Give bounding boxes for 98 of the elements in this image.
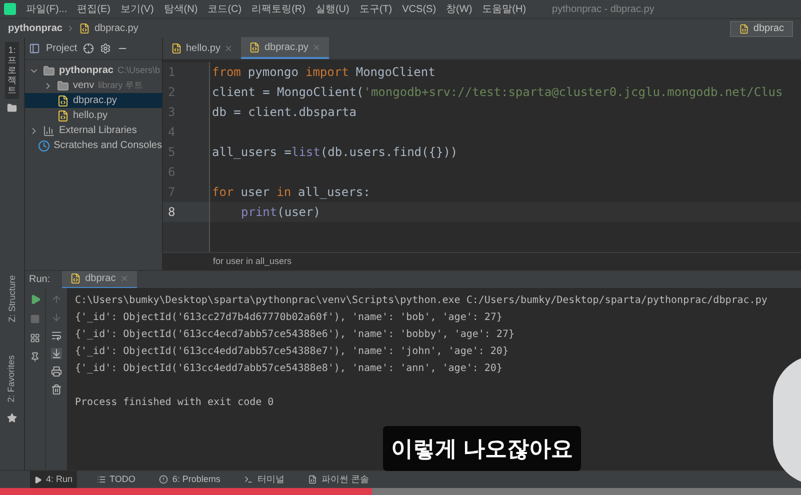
console-line: {'_id': ObjectId('613cc4edd7abb57ce54388e7'), 'name': 'john', 'age': 20} (75, 345, 510, 359)
breadcrumb-project[interactable]: pythonprac (8, 21, 62, 36)
code-text: (db.users.find({})) (320, 144, 458, 161)
scroll-to-end-icon[interactable] (51, 348, 62, 359)
structure-tool-tab[interactable]: Z: Structure (5, 274, 19, 322)
code-text: all_users = (212, 144, 292, 161)
close-icon[interactable] (224, 44, 234, 52)
tool-window-tab[interactable]: 4: Run (30, 470, 77, 488)
video-progress-track[interactable] (0, 488, 801, 495)
menu-item[interactable]: 편집(E) (77, 2, 110, 16)
tool-window-tab[interactable]: TODO (92, 470, 140, 488)
console-line: {'_id': ObjectId('613cc27d7b4d67770b02a60f'), 'name': 'bob', 'age': 27} (75, 311, 504, 325)
breadcrumb-file[interactable]: dbprac.py (94, 21, 138, 36)
tree-item[interactable]: hello.py (25, 108, 162, 123)
folder-icon (43, 64, 55, 76)
run-label: Run: (29, 273, 50, 287)
console-line: {'_id': ObjectId('613cc4edd7abb57ce54388e8'), 'name': 'ann', 'age': 20} (75, 362, 504, 376)
console-line: C:\Users\bumky\Desktop\sparta\pythonprac\venv\Scripts\python.exe C:/Users/bumky/Desktop/sparta/pythonprac/dbprac.py (75, 294, 768, 308)
code-string: 'mongodb+srv://test:sparta@cluster0.jcglu.mongodb.net/Clus (364, 84, 783, 101)
menu-item[interactable]: 도움말(H) (482, 2, 526, 16)
menu-item[interactable]: 보기(V) (120, 2, 154, 16)
code-text: all_users: (298, 184, 370, 201)
folder-icon (57, 80, 69, 92)
code-text: (user) (277, 204, 320, 221)
settings-icon[interactable] (100, 43, 112, 54)
tree-label: Scratches and Consoles (54, 139, 162, 153)
print-icon[interactable] (51, 366, 62, 377)
python-file-icon (249, 42, 260, 52)
layout-icon[interactable] (30, 333, 40, 343)
tool-window-tab[interactable]: 터미널 (240, 470, 288, 488)
menu-item[interactable]: 도구(T) (359, 2, 392, 16)
editor-tab[interactable]: dbprac.py (241, 37, 330, 59)
tool-window-tab[interactable]: 6: Problems (155, 470, 224, 488)
tree-note: library 루트 (98, 78, 144, 92)
code-keyword: from (212, 64, 241, 81)
code-text: MongoClient (356, 64, 436, 81)
code-keyword: in (276, 184, 292, 201)
wrap-icon[interactable] (51, 330, 62, 341)
list-icon (96, 475, 106, 484)
menu-item[interactable]: 리팩토링(R) (252, 2, 306, 16)
code-builtin: list (291, 144, 320, 161)
tree-item[interactable]: pythonprac C:\Users\b (25, 63, 162, 78)
editor-tab[interactable]: hello.py (163, 37, 242, 59)
tool-window-tab[interactable]: 파이썬 콘솔 (304, 470, 373, 488)
python-file-icon (70, 273, 82, 284)
tree-item[interactable]: Scratches and Consoles (25, 138, 162, 153)
run-config-button[interactable]: dbprac (730, 20, 793, 36)
python-file-icon (79, 23, 90, 34)
code-text: user (240, 184, 270, 201)
menu-item[interactable]: 코드(C) (208, 2, 242, 16)
star-icon (7, 413, 17, 424)
code-text: client = MongoClient( (212, 84, 364, 101)
project-tool-tab[interactable]: 1: 프로젝트 (5, 42, 19, 100)
library-icon (43, 124, 55, 136)
terminal-icon (244, 475, 254, 484)
python-file-icon (739, 24, 750, 34)
console-line: Process finished with exit code 0 (75, 396, 275, 410)
python-file-icon (171, 42, 182, 54)
menu-item[interactable]: VCS(S) (402, 2, 436, 16)
tree-item[interactable]: venv library 루트 (25, 78, 162, 93)
code-text: db = client.dbsparta (212, 104, 356, 121)
tree-label: hello.py (73, 109, 108, 123)
favorites-tool-tab[interactable]: 2: Favorites (5, 354, 19, 402)
python-file-icon (57, 94, 69, 106)
panel-icon (29, 43, 40, 54)
run-icon[interactable] (30, 294, 40, 305)
code-builtin: print (241, 204, 278, 221)
tree-label: pythonprac (59, 64, 114, 78)
window-title: pythonprac - dbprac.py (552, 2, 654, 16)
code-keyword: import (305, 64, 349, 81)
tree-label: venv (73, 79, 94, 93)
line-number: 8 (163, 202, 209, 222)
menu-item[interactable]: 파일(F)... (26, 2, 68, 16)
trash-icon[interactable] (51, 384, 62, 395)
scratch-icon (38, 140, 50, 152)
python-console-icon (308, 475, 318, 484)
problems-icon (159, 475, 168, 484)
console-line: {'_id': ObjectId('613cc4ecd7abb57ce54388e6'), 'name': 'bobby', 'age': 27} (75, 328, 516, 342)
tree-note: C:\Users\b (117, 64, 160, 77)
menu-item[interactable]: 탐색(N) (164, 2, 198, 16)
locate-icon[interactable] (83, 43, 94, 54)
tree-label: External Libraries (59, 124, 137, 138)
run-tab[interactable]: dbprac (62, 270, 137, 288)
folder-icon (7, 103, 17, 114)
pin-icon[interactable] (30, 352, 40, 362)
tree-item[interactable]: External Libraries (25, 123, 162, 138)
tree-item[interactable]: dbprac.py (25, 93, 162, 108)
tree-label: dbprac.py (73, 94, 117, 108)
panel-title[interactable]: Project (46, 41, 78, 56)
code-breadcrumb[interactable]: for user in all_users (213, 254, 292, 268)
subtitle-caption: 이렇게 나오잖아요 (383, 426, 582, 471)
menu-item[interactable]: 창(W) (446, 2, 472, 16)
code-text: pymongo (248, 64, 298, 81)
python-file-icon (57, 110, 69, 122)
menu-item[interactable]: 실행(U) (315, 2, 350, 16)
run-icon (34, 476, 42, 484)
code-keyword: for (212, 184, 234, 201)
app-logo-icon (4, 3, 16, 15)
